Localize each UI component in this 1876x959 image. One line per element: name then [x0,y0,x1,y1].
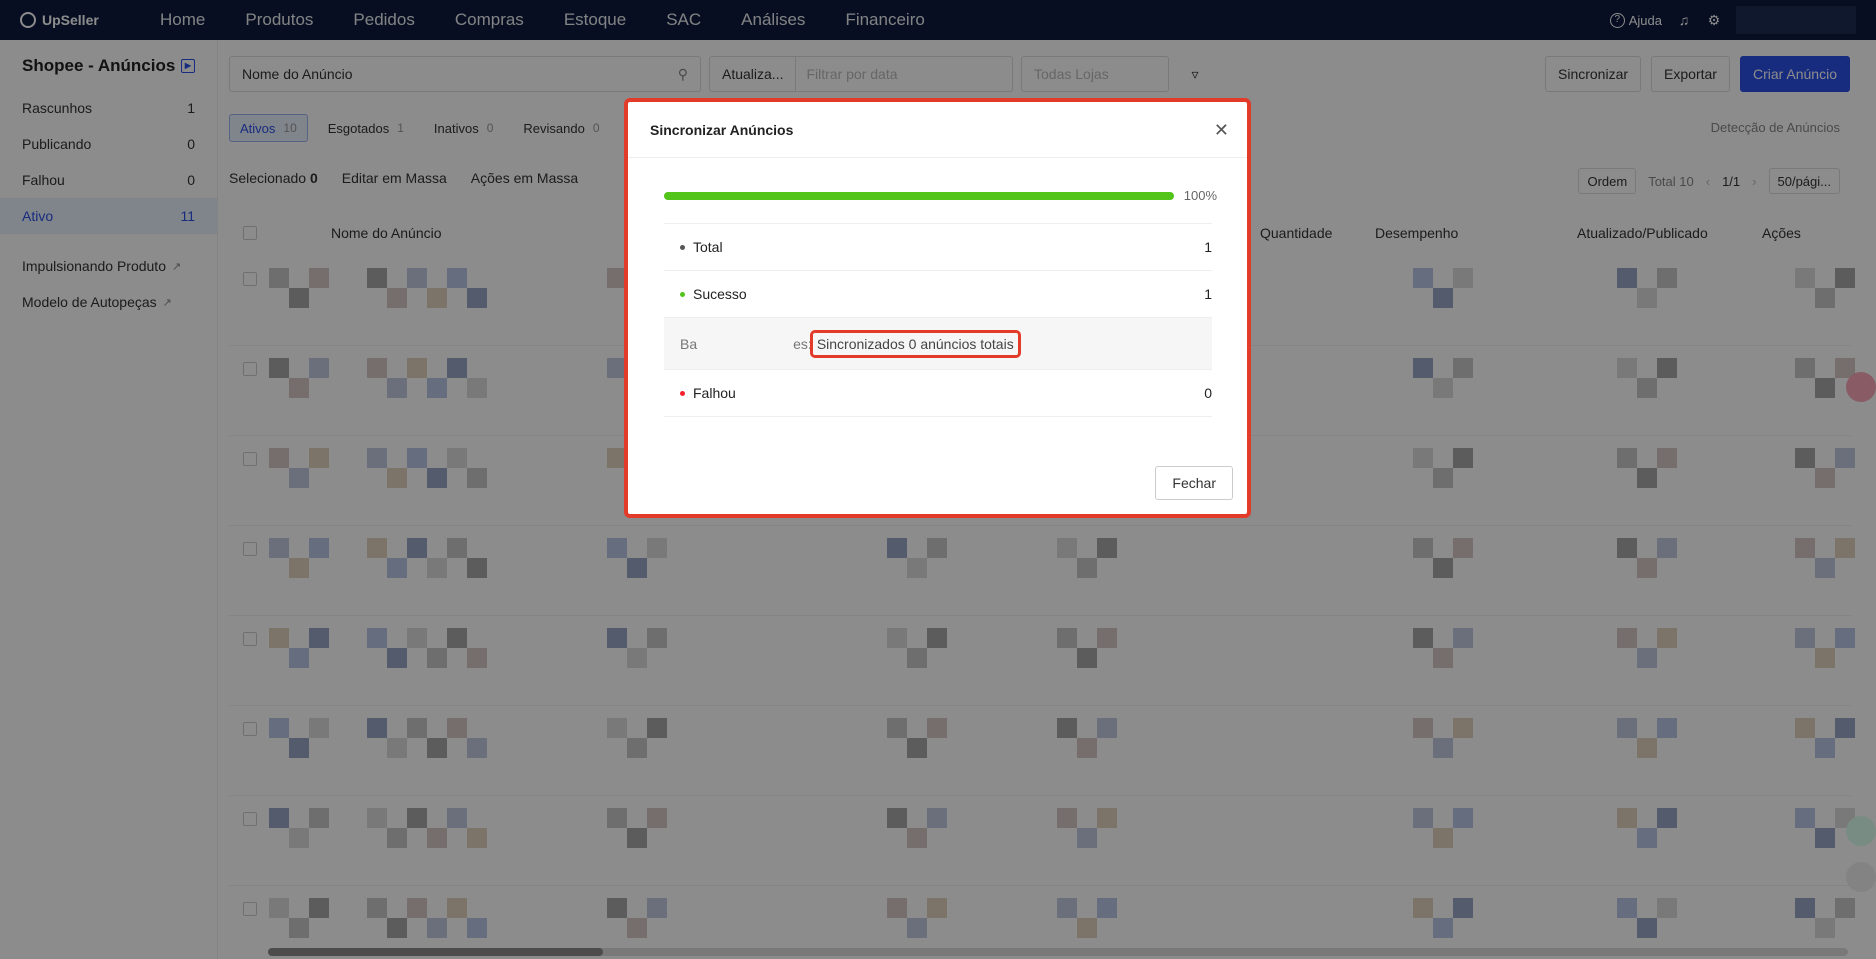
result-failed-row: Falhou 0 [664,370,1212,417]
progress-fill [664,191,1174,200]
result-value: 0 [1204,385,1212,401]
result-total-row: Total 1 [664,224,1212,271]
sync-modal: Sincronizar Anúncios ✕ 100% Total 1 Suce… [624,98,1251,518]
status-dot [680,390,685,396]
modal-footer: Fechar [1155,466,1233,500]
result-success-row: Sucesso 1 [664,271,1212,318]
detail-highlight-text: Sincronizados 0 anúncios totais [809,329,1021,358]
detail-prefix: Ba [680,335,698,352]
result-label: Sucesso [693,286,747,302]
result-value: 1 [1204,239,1212,255]
close-icon[interactable]: ✕ [1214,121,1229,139]
progress-row: 100% [664,188,1217,203]
close-button[interactable]: Fechar [1155,466,1233,500]
modal-body: 100% Total 1 Sucesso 1 Ba es: Sincroniza… [628,158,1247,417]
result-label: Falhou [693,385,736,401]
result-list: Total 1 Sucesso 1 Ba es: Sincronizados 0… [664,223,1212,417]
result-detail-row: Ba es: Sincronizados 0 anúncios totais [664,318,1212,370]
progress-bar [664,191,1174,200]
modal-title: Sincronizar Anúncios [650,121,794,138]
result-label: Total [693,239,723,255]
progress-text: 100% [1183,188,1217,203]
status-dot [680,244,685,250]
result-value: 1 [1204,286,1212,302]
status-dot [680,291,685,297]
modal-header: Sincronizar Anúncios ✕ [628,102,1247,158]
